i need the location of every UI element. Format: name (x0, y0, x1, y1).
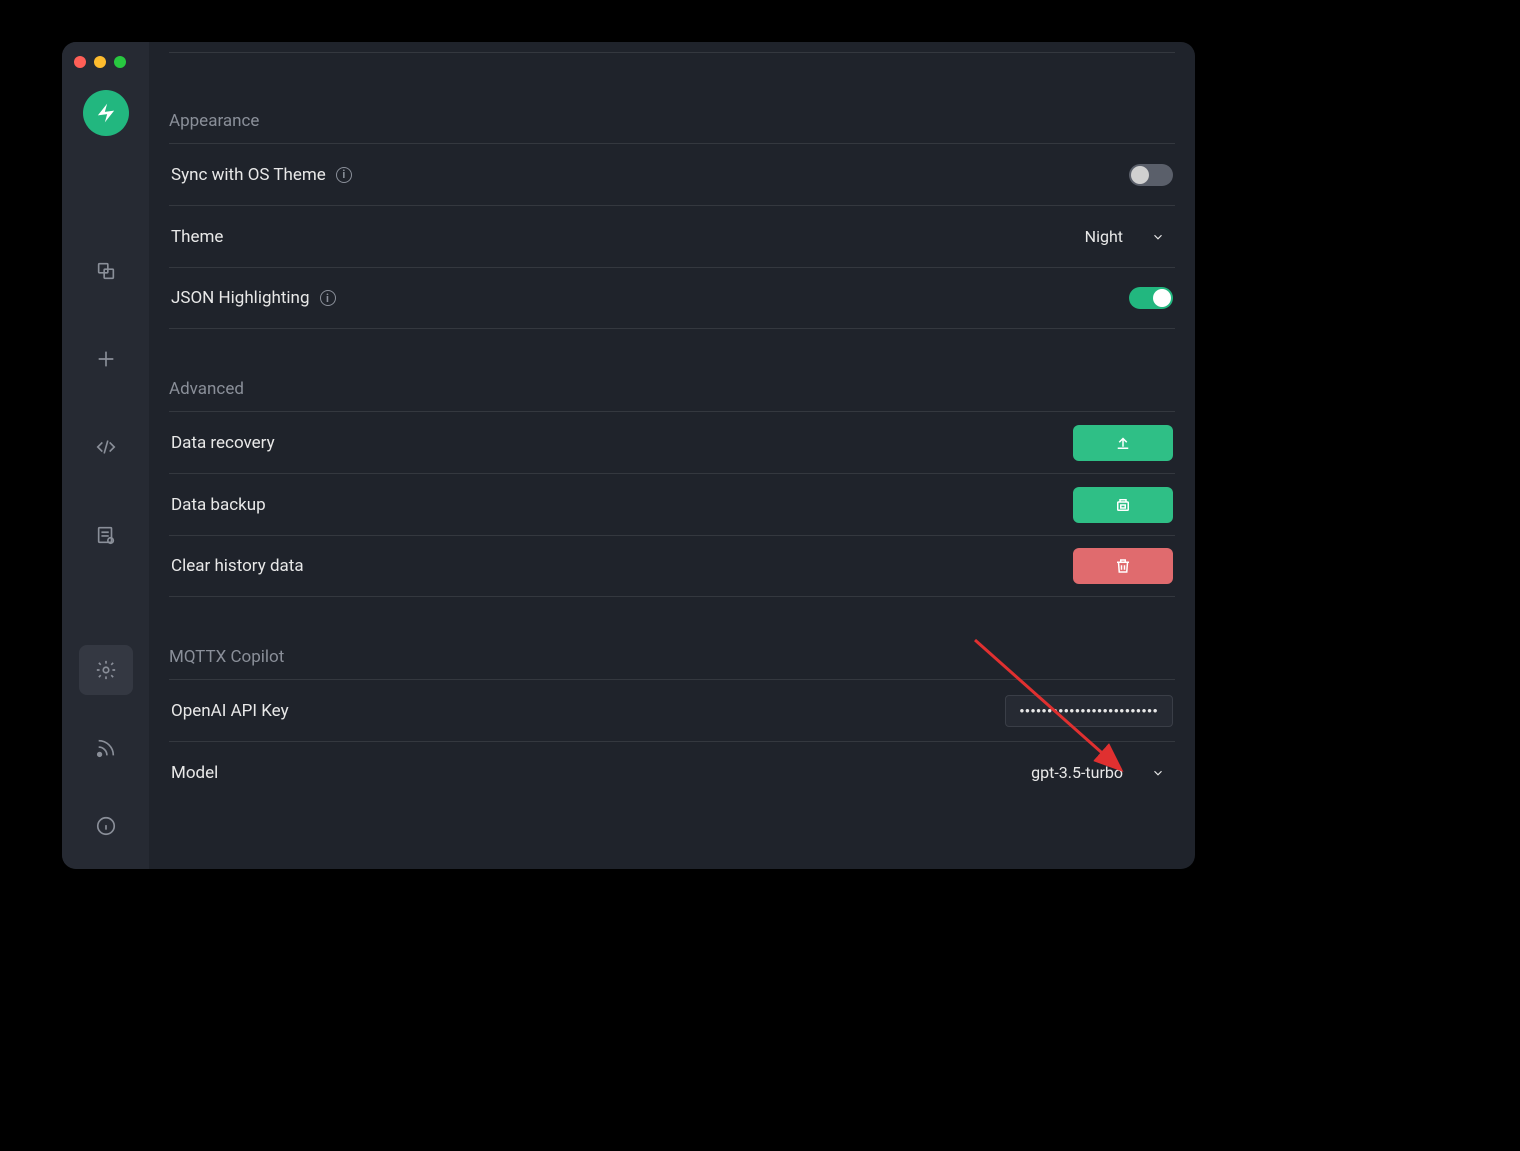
gear-icon (95, 659, 117, 681)
data-recovery-button[interactable] (1073, 425, 1173, 461)
api-key-label: OpenAI API Key (171, 701, 289, 721)
settings-content: Appearance Sync with OS Theme i Theme Ni… (149, 42, 1195, 869)
info-icon (95, 815, 117, 837)
chevron-down-icon (1151, 230, 1165, 244)
json-highlighting-label: JSON Highlighting i (171, 288, 336, 308)
row-theme: Theme Night (169, 205, 1175, 267)
model-value: gpt-3.5-turbo (1031, 763, 1123, 782)
export-icon (1114, 496, 1132, 514)
section-copilot-header: MQTTX Copilot (169, 597, 1175, 679)
row-api-key: OpenAI API Key (169, 679, 1175, 741)
row-clear-history: Clear history data (169, 535, 1175, 597)
window-controls (74, 56, 126, 68)
info-icon[interactable]: i (320, 290, 336, 306)
row-data-backup: Data backup (169, 473, 1175, 535)
sync-os-theme-text: Sync with OS Theme (171, 165, 326, 185)
info-icon[interactable]: i (336, 167, 352, 183)
upload-icon (1114, 434, 1132, 452)
code-icon (95, 436, 117, 458)
rss-icon (95, 737, 117, 759)
logo-icon (92, 99, 120, 127)
log-icon (95, 524, 117, 546)
theme-label: Theme (171, 227, 223, 247)
app-logo[interactable] (83, 90, 129, 136)
data-backup-button[interactable] (1073, 487, 1173, 523)
section-advanced-header: Advanced (169, 329, 1175, 411)
window-maximize-button[interactable] (114, 56, 126, 68)
section-appearance-header: Appearance (169, 53, 1175, 143)
model-label: Model (171, 763, 218, 783)
nav-settings[interactable] (79, 645, 133, 695)
top-divider (169, 42, 1175, 53)
window-close-button[interactable] (74, 56, 86, 68)
json-highlighting-toggle[interactable] (1129, 287, 1173, 309)
nav-log[interactable] (79, 510, 133, 560)
nav-script[interactable] (79, 422, 133, 472)
nav-about[interactable] (79, 801, 133, 851)
json-highlighting-text: JSON Highlighting (171, 288, 310, 308)
clear-history-button[interactable] (1073, 548, 1173, 584)
plus-icon (95, 348, 117, 370)
theme-value: Night (1085, 227, 1123, 246)
sidebar-nav-bottom (79, 645, 133, 851)
theme-select[interactable]: Night (1085, 227, 1173, 246)
connections-icon (95, 260, 117, 282)
sidebar-nav-top (79, 246, 133, 560)
row-sync-os-theme: Sync with OS Theme i (169, 143, 1175, 205)
api-key-input[interactable] (1005, 695, 1173, 727)
nav-feed[interactable] (79, 723, 133, 773)
model-select[interactable]: gpt-3.5-turbo (1031, 763, 1173, 782)
chevron-down-icon (1151, 766, 1165, 780)
data-backup-label: Data backup (171, 495, 266, 515)
nav-connections[interactable] (79, 246, 133, 296)
row-json-highlighting: JSON Highlighting i (169, 267, 1175, 329)
row-model: Model gpt-3.5-turbo (169, 741, 1175, 803)
data-recovery-label: Data recovery (171, 433, 275, 453)
sync-os-theme-label: Sync with OS Theme i (171, 165, 352, 185)
app-window: Appearance Sync with OS Theme i Theme Ni… (62, 42, 1195, 869)
sidebar (62, 42, 149, 869)
row-data-recovery: Data recovery (169, 411, 1175, 473)
window-minimize-button[interactable] (94, 56, 106, 68)
nav-new[interactable] (79, 334, 133, 384)
sync-os-theme-toggle[interactable] (1129, 164, 1173, 186)
clear-history-label: Clear history data (171, 556, 304, 576)
trash-icon (1114, 557, 1132, 575)
